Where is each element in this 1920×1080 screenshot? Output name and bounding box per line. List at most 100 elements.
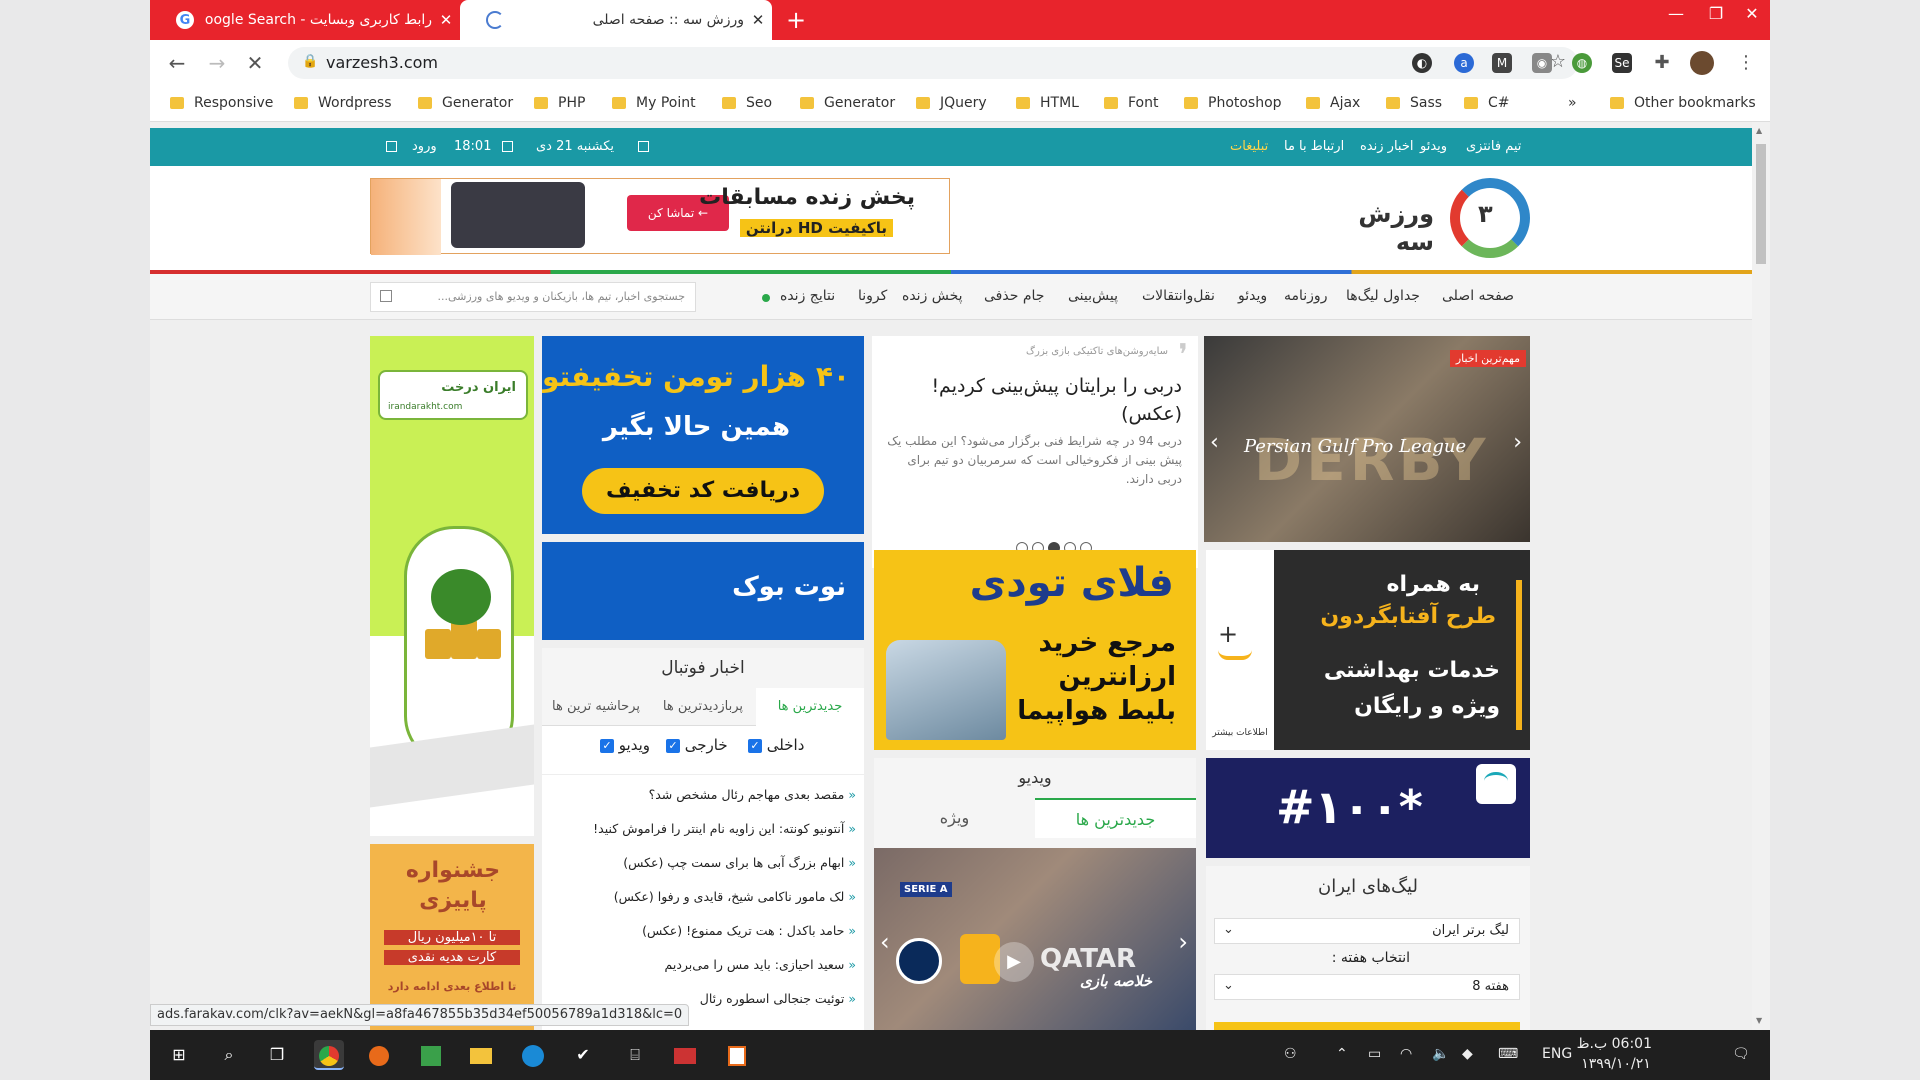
hashtag-100-ad[interactable]: #۱۰۰* (1206, 758, 1530, 858)
language-indicator[interactable]: ENG (1542, 1046, 1572, 1062)
restore-icon[interactable]: ❐ (1696, 4, 1736, 23)
nav-newspaper[interactable]: روزنامه (1284, 288, 1327, 304)
scroll-up-icon[interactable]: ▲ (1756, 126, 1762, 135)
dropbox-icon[interactable]: ◆ (1462, 1046, 1473, 1062)
app-taskbar-icon[interactable] (722, 1040, 752, 1070)
network-app-icon[interactable]: ⌸ (620, 1040, 650, 1070)
close-tab-icon[interactable]: ✕ (744, 11, 772, 29)
notebook-ad[interactable]: نوت بوک (542, 542, 864, 640)
close-tab-icon[interactable]: ✕ (432, 11, 460, 29)
camera-extension-icon[interactable]: ◉ (1532, 53, 1552, 73)
search-icon[interactable]: ⌕ (214, 1040, 244, 1070)
bookmark-folder[interactable]: HTML (1016, 95, 1079, 111)
app-taskbar-icon[interactable] (416, 1040, 446, 1070)
news-item[interactable]: « آنتونیو کونته: این زاویه نام اینتر را … (593, 821, 856, 836)
minimize-icon[interactable]: — (1656, 4, 1696, 23)
live-stream-banner-ad[interactable]: تماشا کن ← پخش زنده مسابقات باکیفیت HD د… (370, 178, 950, 255)
menu-icon[interactable]: ⋮ (1736, 53, 1756, 73)
todo-taskbar-icon[interactable]: ✔ (568, 1040, 598, 1070)
bookmark-folder[interactable]: C# (1464, 95, 1510, 111)
iran-derakht-ad[interactable]: ایران درخت irandarakht.com (370, 336, 534, 836)
bookmark-folder[interactable]: Seo (722, 95, 772, 111)
news-item[interactable]: « مقصد بعدی مهاجم رئال مشخص شد؟ (649, 787, 856, 802)
nav-corona[interactable]: کرونا (858, 288, 887, 304)
bookmark-star-icon[interactable]: ☆ (1550, 51, 1566, 72)
task-view-icon[interactable]: ❒ (262, 1040, 292, 1070)
extension-icon[interactable]: a (1454, 53, 1474, 73)
bookmark-folder[interactable]: Ajax (1306, 95, 1360, 111)
tab-varzesh3[interactable]: ورزش سه :: صفحه اصلی ✕ (460, 0, 772, 40)
topbar-link-ads[interactable]: تبلیغات (1230, 139, 1268, 154)
volume-icon[interactable]: 🔈 (1432, 1046, 1449, 1062)
back-icon[interactable]: ← (164, 50, 190, 76)
bookmark-folder[interactable]: My Point (612, 95, 696, 111)
clock-time[interactable]: 06:01 ب.ظ (1577, 1036, 1652, 1052)
extensions-puzzle-icon[interactable]: ✚ (1652, 53, 1672, 73)
bookmark-folder[interactable]: JQuery (916, 95, 987, 111)
nav-live-scores[interactable]: نتایج زنده (780, 288, 835, 304)
scrollbar-thumb[interactable] (1756, 144, 1766, 264)
firefox-taskbar-icon[interactable] (364, 1040, 394, 1070)
video-next-icon[interactable]: › (1178, 928, 1188, 956)
stop-icon[interactable]: ✕ (242, 50, 268, 76)
filter-video[interactable]: ✓ ویدیو (600, 736, 650, 754)
tab-most-viewed[interactable]: پربازدیدترین ها (650, 688, 756, 726)
bookmark-folder[interactable]: Wordpress (294, 95, 392, 111)
nav-tables[interactable]: جداول لیگ‌ها (1346, 288, 1420, 304)
nav-live-stream[interactable]: پخش زنده (902, 288, 963, 304)
news-item[interactable]: « سعید احیازی: باید مس را می‌بردیم (665, 957, 856, 972)
discount-code-button[interactable]: دریافت کد تخفیف (582, 468, 824, 514)
bookmark-folder[interactable]: Responsive (170, 95, 273, 111)
close-window-icon[interactable]: ✕ (1732, 4, 1770, 23)
video-prev-icon[interactable]: ‹ (880, 928, 890, 956)
play-icon[interactable]: ▶ (994, 942, 1034, 982)
featured-news-image[interactable]: DERBY Persian Gulf Pro League مهم‌ترین ا… (1204, 336, 1530, 542)
bookmark-folder[interactable]: Font (1104, 95, 1158, 111)
topbar-link-live[interactable]: اخبار زنده (1360, 139, 1413, 154)
league-select[interactable]: لیگ برتر ایران ⌄ (1214, 918, 1520, 944)
site-logo[interactable]: ٣ ورزش سه (1350, 178, 1530, 264)
address-bar[interactable]: 🔒 varzesh3.com ☆ (288, 47, 1578, 79)
news-item[interactable]: « حامد باکدل : هت تریک ممنوع! (عکس) (642, 923, 856, 938)
page-scrollbar[interactable]: ▲ ▼ (1752, 122, 1770, 1030)
selenium-extension-icon[interactable]: Se (1612, 53, 1632, 73)
week-select[interactable]: هفته 8 ⌄ (1214, 974, 1520, 1000)
nav-video[interactable]: ویدئو (1238, 288, 1267, 304)
festival-ad[interactable]: جشنواره پاییزی تا ۱۰میلیون ریال کارت هدی… (370, 844, 534, 1030)
nav-transfers[interactable]: نقل‌وانتقالات (1142, 288, 1215, 304)
chrome-taskbar-icon[interactable] (314, 1040, 344, 1070)
keyboard-icon[interactable]: ⌨ (1498, 1046, 1518, 1062)
scroll-down-icon[interactable]: ▼ (1756, 1016, 1762, 1025)
topbar-link-fantasy[interactable]: تیم فانتزی (1466, 139, 1521, 154)
battery-icon[interactable]: ▭ (1368, 1046, 1381, 1062)
discount-code-ad[interactable]: ۴۰ هزار تومن تخفیفتو همین حالا بگیر دریا… (542, 336, 864, 534)
tab-video-latest[interactable]: جدیدترین ها (1035, 798, 1196, 838)
nav-cup[interactable]: جام حذفی (984, 288, 1044, 304)
notifications-icon[interactable]: 🗨 (1732, 1046, 1750, 1062)
bookmark-folder[interactable]: Photoshop (1184, 95, 1282, 111)
search-icon[interactable] (380, 290, 392, 302)
login-link[interactable]: ورود (412, 139, 437, 154)
news-item[interactable]: « توئیت جنجالی اسطوره رئال (700, 991, 856, 1006)
forward-icon[interactable]: → (204, 50, 230, 76)
wifi-icon[interactable]: ◠ (1400, 1046, 1412, 1062)
tab-controversial[interactable]: پرحاشیه ترین ها (542, 688, 650, 726)
extension-icon[interactable]: ◐ (1412, 53, 1432, 73)
filter-foreign[interactable]: ✓ خارجی (666, 736, 728, 754)
flytoday-ad[interactable]: فلای تودی مرجع خرید ارزانترین بلیط هواپی… (874, 550, 1196, 750)
app-taskbar-icon[interactable] (670, 1040, 700, 1070)
extension-icon[interactable]: ◍ (1572, 53, 1592, 73)
new-tab-button[interactable]: + (782, 6, 810, 34)
featured-news-text[interactable]: ❜ سایه‌روشن‌های تاکتیکی بازی بزرگ دربی ر… (872, 336, 1198, 542)
tray-chevron-icon[interactable]: ⌃ (1336, 1046, 1348, 1062)
slider-next-icon[interactable]: › (1513, 430, 1522, 455)
bookmark-folder[interactable]: Sass (1386, 95, 1442, 111)
file-explorer-icon[interactable] (466, 1040, 496, 1070)
other-bookmarks-folder[interactable]: Other bookmarks (1610, 95, 1756, 111)
bookmark-folder[interactable]: Generator (800, 95, 895, 111)
tab-video-special[interactable]: ویژه (874, 798, 1035, 838)
people-icon[interactable]: ⚇ (1284, 1046, 1297, 1062)
slider-prev-icon[interactable]: ‹ (1210, 430, 1219, 455)
filter-domestic[interactable]: ✓ داخلی (748, 736, 804, 754)
nav-home[interactable]: صفحه اصلی (1442, 288, 1514, 304)
